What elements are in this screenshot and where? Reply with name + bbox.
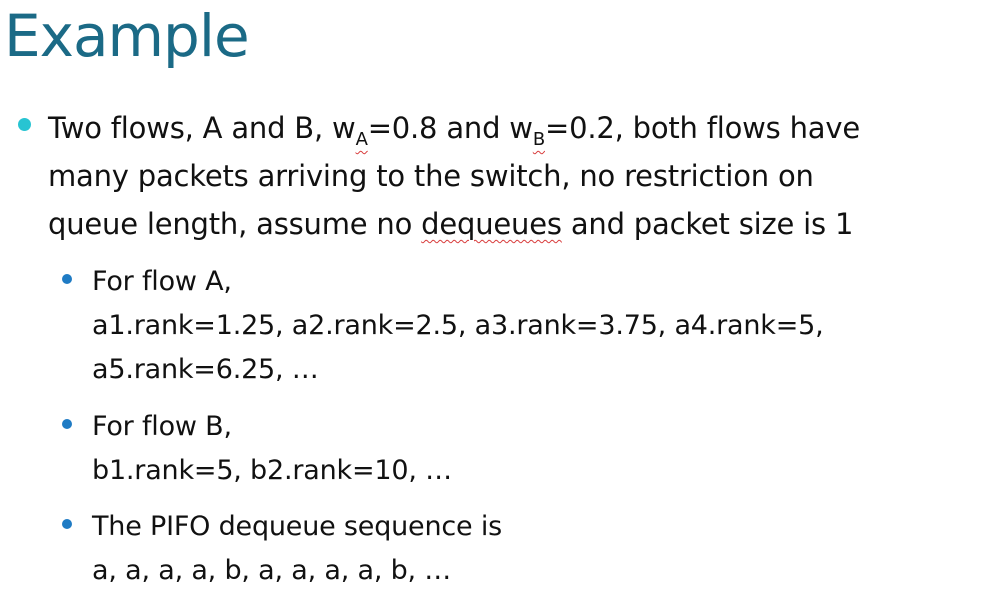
sub-bullet-text: For flow B, b1.rank=5, b2.rank=10, … [92,405,972,493]
main-bullet-line-2: many packets arriving to the switch, no … [48,159,814,193]
sub-bullet-dot-icon [62,419,72,429]
main-text-part3: =0.2, both flows have [544,111,860,145]
spellcheck-word: dequeues [421,207,562,241]
main-text-part2: =0.8 and w [367,111,533,145]
sub-bullet-line: b1.rank=5, b2.rank=10, … [92,455,452,486]
main-bullet-line-3: queue length, assume no dequeues and pac… [48,200,997,248]
sub-bullet-dot-icon [62,519,72,529]
subscript-b: B [532,129,545,150]
sub-bullet-text: The PIFO dequeue sequence is a, a, a, a,… [92,505,972,593]
bullet-dot-icon [18,118,31,131]
sub-bullet-line: For flow B, [92,411,232,442]
main-text-part1: Two flows, A and B, w [48,111,356,145]
main-bullet-text: Two flows, A and B, wA=0.8 and wB=0.2, b… [48,104,997,248]
slide-title: Example [4,2,250,70]
sub-bullet-text: For flow A, a1.rank=1.25, a2.rank=2.5, a… [92,260,972,392]
sub-bullet-line: The PIFO dequeue sequence is [92,511,502,542]
main-text-line3-pre: queue length, assume no [48,207,422,241]
subscript-a: A [355,129,368,150]
sub-bullet-line: For flow A, [92,266,232,297]
main-bullet-line-1: Two flows, A and B, wA=0.8 and wB=0.2, b… [48,104,997,152]
sub-bullet-dot-icon [62,274,72,284]
main-text-line3-post: and packet size is 1 [561,207,854,241]
sub-bullet-line: a5.rank=6.25, … [92,354,319,385]
sub-bullet-line: a1.rank=1.25, a2.rank=2.5, a3.rank=3.75,… [92,310,824,341]
sub-bullet-line: a, a, a, a, b, a, a, a, a, b, … [92,555,452,586]
